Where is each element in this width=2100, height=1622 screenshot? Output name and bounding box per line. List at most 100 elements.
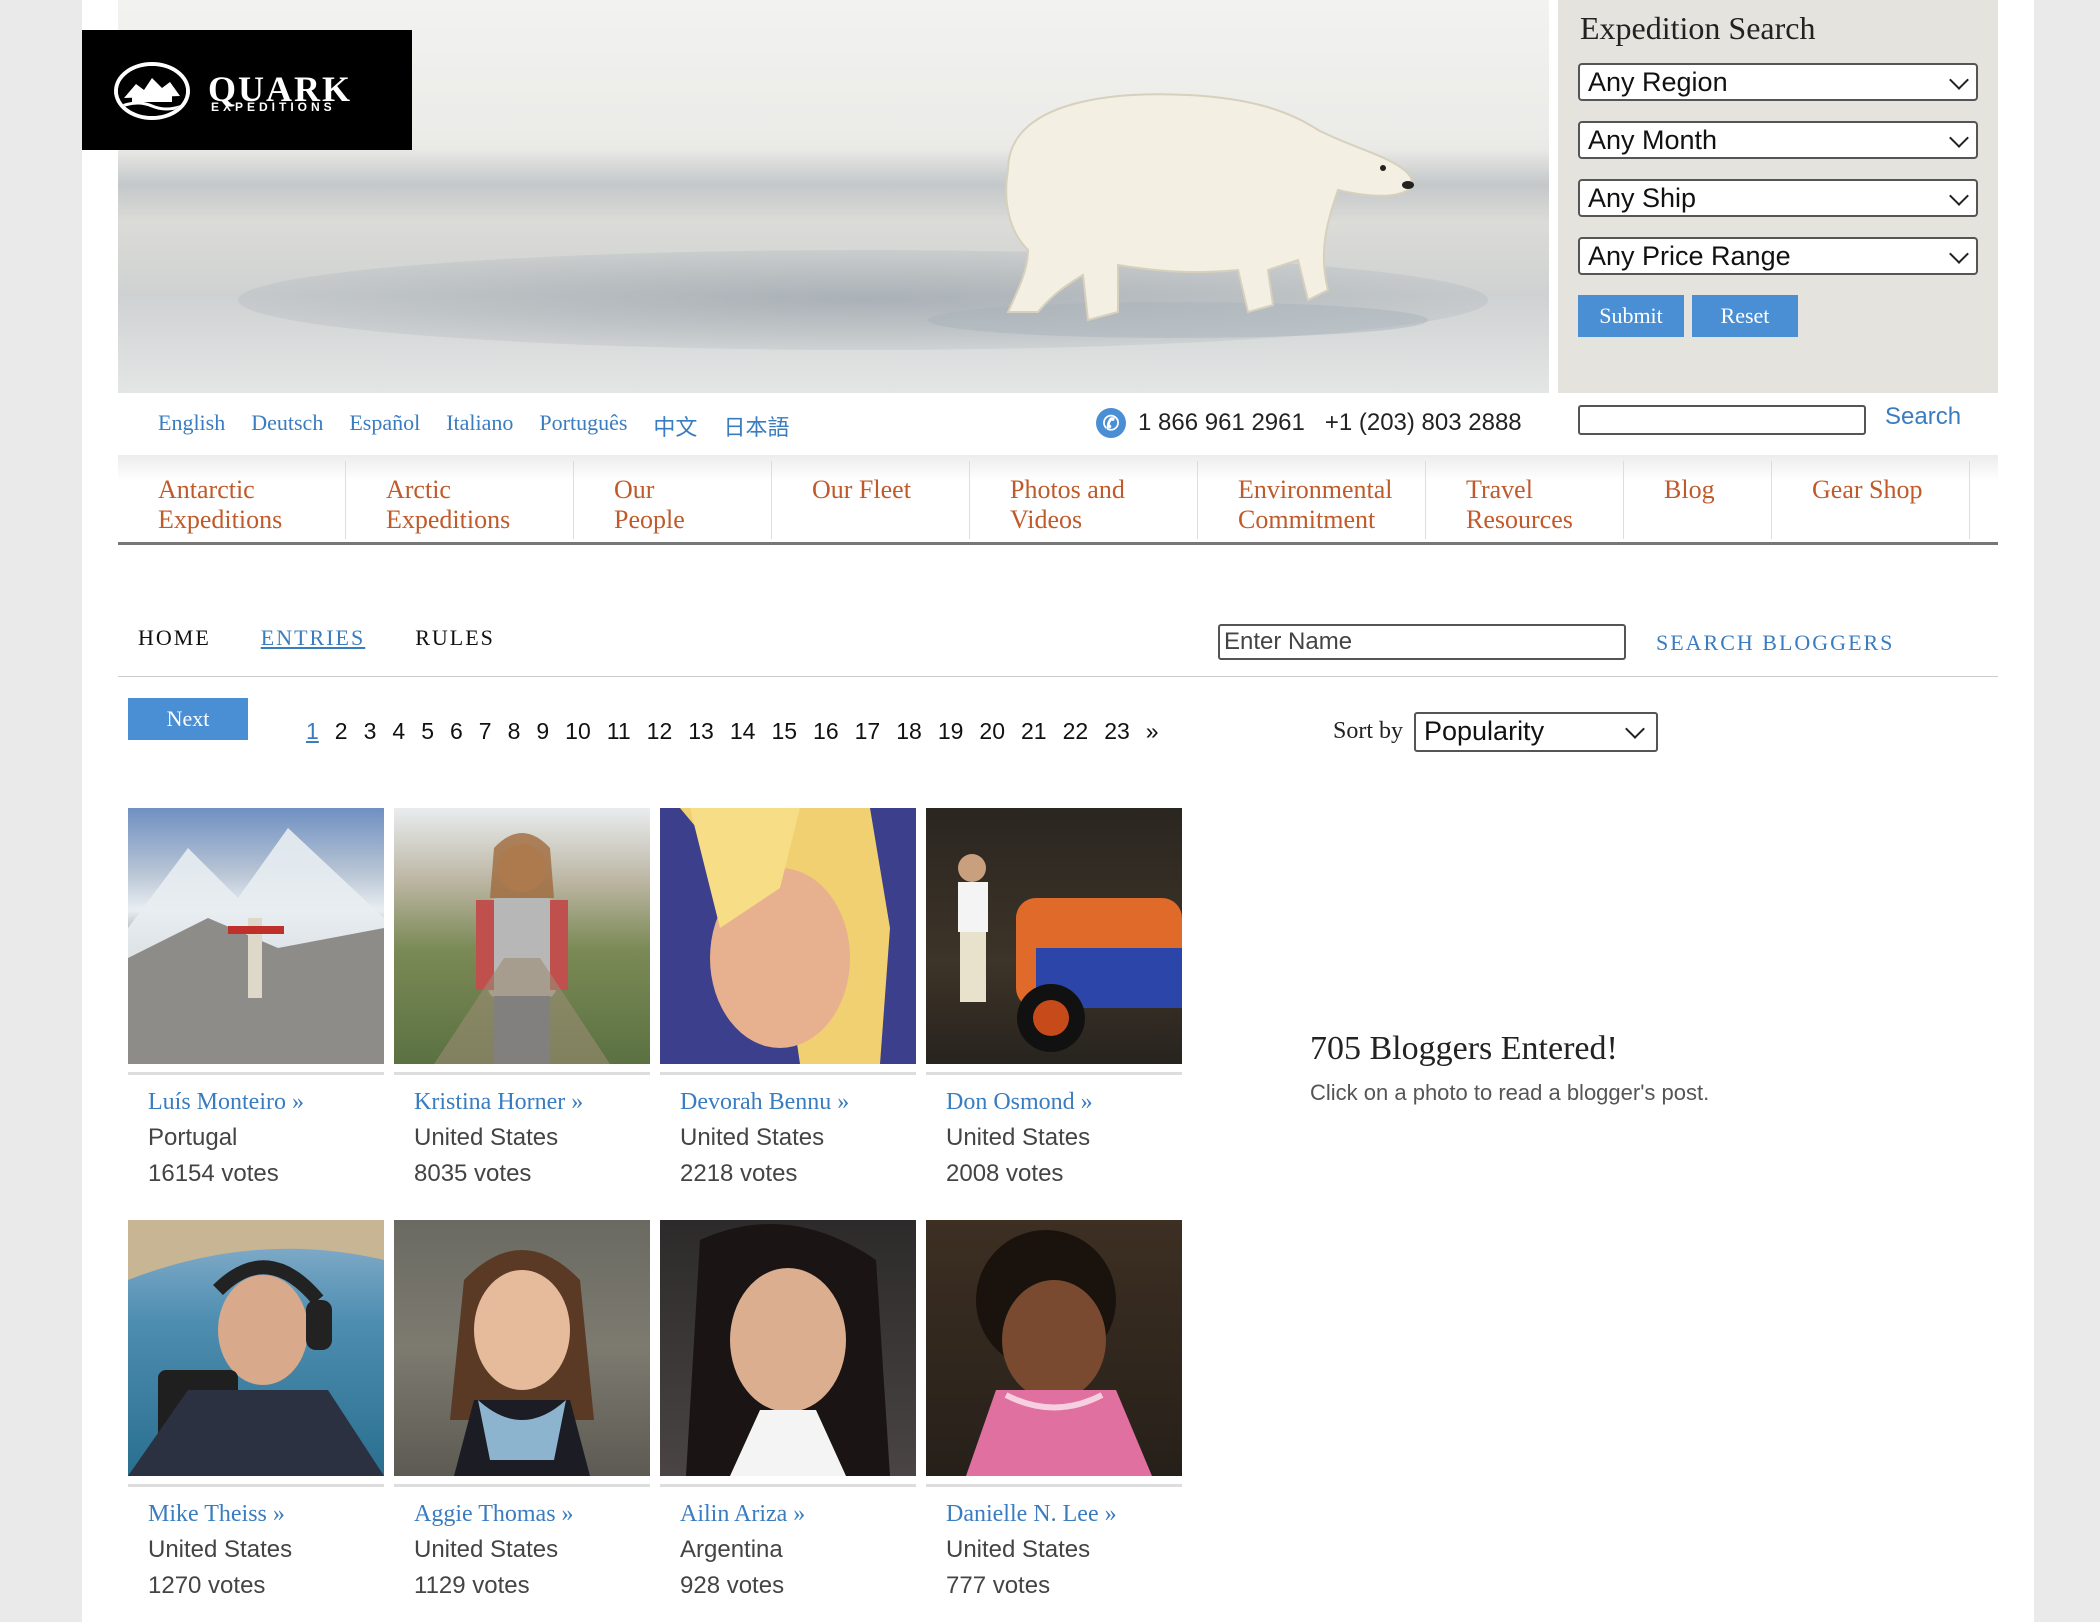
ship-select-value: Any Ship	[1588, 183, 1697, 213]
nav-our-fleet[interactable]: Our Fleet	[772, 461, 970, 539]
entry-name-link[interactable]: Devorah Bennu »	[680, 1089, 916, 1116]
page-link[interactable]: 7	[479, 718, 492, 745]
blogger-name-input[interactable]: Enter Name	[1218, 624, 1626, 660]
page-link[interactable]: 6	[450, 718, 463, 745]
entry-photo[interactable]	[394, 1220, 650, 1476]
search-bloggers-button[interactable]: SEARCH BLOGGERS	[1656, 630, 1894, 656]
region-select[interactable]: Any Region	[1578, 63, 1978, 101]
entry-name-link[interactable]: Kristina Horner »	[414, 1089, 650, 1116]
site-search-input[interactable]	[1578, 405, 1866, 435]
page-link[interactable]: 16	[813, 718, 839, 745]
entry-card: Danielle N. Lee » United States 777 vote…	[926, 1220, 1182, 1600]
nav-environmental-commitment[interactable]: Environmental Commitment	[1198, 461, 1426, 539]
month-select[interactable]: Any Month	[1578, 121, 1978, 159]
summary-hint: Click on a photo to read a blogger's pos…	[1310, 1080, 1710, 1105]
page-link[interactable]: 17	[855, 718, 881, 745]
entry-name-link[interactable]: Mike Theiss »	[148, 1501, 384, 1528]
entry-photo[interactable]	[660, 1220, 916, 1476]
entry-name-link[interactable]: Don Osmond »	[946, 1089, 1182, 1116]
entry-photo[interactable]	[926, 808, 1182, 1064]
page-link[interactable]: 15	[771, 718, 797, 745]
entry-photo[interactable]	[128, 808, 384, 1064]
subnav-entries[interactable]: ENTRIES	[261, 625, 365, 651]
quark-logo[interactable]: QUARK EXPEDITIONS	[82, 30, 412, 150]
lang-espanol[interactable]: Español	[349, 410, 420, 442]
reset-button[interactable]: Reset	[1692, 295, 1798, 337]
chevron-down-icon	[1949, 70, 1969, 90]
page-link[interactable]: 22	[1063, 718, 1089, 745]
lang-portugues[interactable]: Português	[539, 410, 627, 442]
page-link[interactable]: 18	[896, 718, 922, 745]
entry-name-link[interactable]: Luís Monteiro »	[148, 1089, 384, 1116]
page-link[interactable]: 10	[565, 718, 591, 745]
next-page-button[interactable]: Next	[128, 698, 248, 740]
page-link[interactable]: 19	[938, 718, 964, 745]
sort-select[interactable]: Popularity	[1414, 712, 1658, 752]
nav-photos-and-videos[interactable]: Photos and Videos	[970, 461, 1198, 539]
subnav-home[interactable]: HOME	[138, 625, 211, 651]
entry-card: Mike Theiss » United States 1270 votes	[128, 1220, 384, 1600]
page-link[interactable]: 9	[536, 718, 549, 745]
page-link[interactable]: 20	[979, 718, 1005, 745]
entry-photo[interactable]	[660, 808, 916, 1064]
page-link[interactable]: 12	[647, 718, 673, 745]
page-link[interactable]: 2	[335, 718, 348, 745]
entry-card: Don Osmond » United States 2008 votes	[926, 808, 1182, 1188]
lang-japanese[interactable]: 日本語	[723, 410, 789, 442]
nav-gear-shop[interactable]: Gear Shop	[1772, 461, 1970, 539]
site-search-button[interactable]: Search	[1885, 403, 1961, 431]
page-link[interactable]: 5	[421, 718, 434, 745]
page-link[interactable]: 1	[306, 718, 319, 745]
page-link[interactable]: »	[1146, 718, 1159, 745]
page-link[interactable]: 21	[1021, 718, 1047, 745]
entry-card: Devorah Bennu » United States 2218 votes	[660, 808, 916, 1188]
price-select-value: Any Price Range	[1588, 241, 1791, 271]
chevron-down-icon	[1949, 128, 1969, 148]
nav-blog[interactable]: Blog	[1624, 461, 1772, 539]
brand-tagline: EXPEDITIONS	[211, 100, 336, 114]
entry-photo[interactable]	[128, 1220, 384, 1476]
divider	[118, 676, 1998, 677]
page-link[interactable]: 8	[508, 718, 521, 745]
expedition-search-panel: Expedition Search Any Region Any Month A…	[1558, 0, 1998, 393]
entry-votes: 1129 votes	[414, 1572, 530, 1599]
entry-name-link[interactable]: Danielle N. Lee »	[946, 1501, 1182, 1528]
ship-select[interactable]: Any Ship	[1578, 179, 1978, 217]
lang-italiano[interactable]: Italiano	[446, 410, 513, 442]
month-select-value: Any Month	[1588, 125, 1718, 155]
lang-chinese[interactable]: 中文	[653, 410, 697, 442]
entry-photo[interactable]	[926, 1220, 1182, 1476]
page-link[interactable]: 23	[1104, 718, 1130, 745]
page-link[interactable]: 11	[607, 718, 631, 745]
entry-photo[interactable]	[394, 808, 650, 1064]
phone-intl: +1 (203) 803 2888	[1324, 409, 1522, 436]
page-link[interactable]: 4	[392, 718, 405, 745]
entry-country: United States	[946, 1536, 1091, 1563]
entry-country: United States	[148, 1536, 293, 1563]
lang-english[interactable]: English	[158, 410, 225, 442]
nav-our-people[interactable]: Our People	[574, 461, 772, 539]
lang-deutsch[interactable]: Deutsch	[251, 410, 323, 442]
nav-arctic-expeditions[interactable]: Arctic Expeditions	[346, 461, 574, 539]
nav-antarctic-expeditions[interactable]: Antarctic Expeditions	[118, 461, 346, 539]
entry-name-link[interactable]: Ailin Ariza »	[680, 1501, 916, 1528]
entry-country: Portugal	[148, 1124, 238, 1151]
entry-card: Luís Monteiro » Portugal 16154 votes	[128, 808, 384, 1188]
language-links: English Deutsch Español Italiano Portugu…	[158, 410, 789, 442]
entry-country: United States	[680, 1124, 825, 1151]
submit-button[interactable]: Submit	[1578, 295, 1684, 337]
region-select-value: Any Region	[1588, 67, 1728, 97]
expedition-search-title: Expedition Search	[1580, 10, 1816, 46]
entry-country: Argentina	[680, 1536, 783, 1563]
price-select[interactable]: Any Price Range	[1578, 237, 1978, 275]
page-link[interactable]: 14	[730, 718, 756, 745]
subnav-rules[interactable]: RULES	[415, 625, 495, 651]
nav-travel-resources[interactable]: Travel Resources	[1426, 461, 1624, 539]
entry-name-link[interactable]: Aggie Thomas »	[414, 1501, 650, 1528]
chevron-down-icon	[1625, 719, 1645, 739]
page-link[interactable]: 3	[364, 718, 377, 745]
chevron-down-icon	[1949, 244, 1969, 264]
entry-card: Aggie Thomas » United States 1129 votes	[394, 1220, 650, 1600]
page-link[interactable]: 13	[688, 718, 714, 745]
sort-select-value: Popularity	[1424, 716, 1545, 746]
